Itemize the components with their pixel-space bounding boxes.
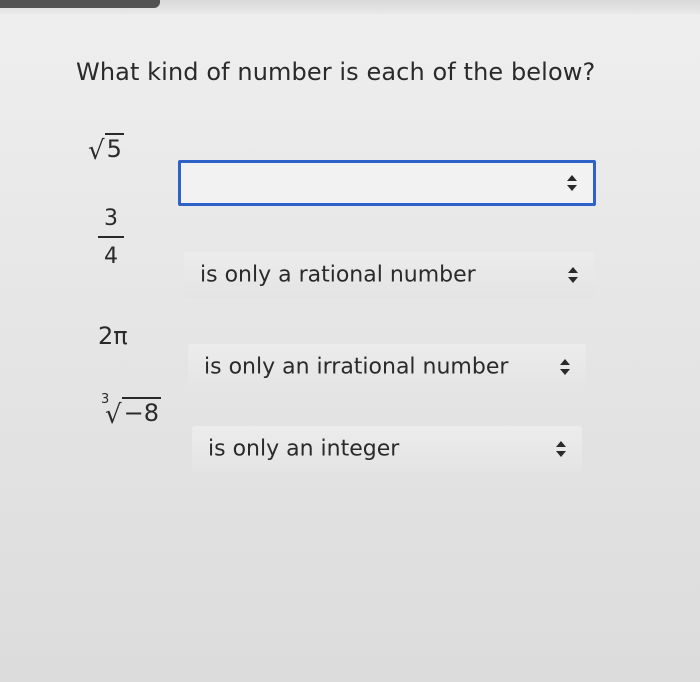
radical-sign: √ — [105, 400, 122, 430]
answer-select-1[interactable] — [178, 160, 596, 206]
answer-select-4[interactable]: is only an integer — [192, 426, 582, 472]
updown-arrows-icon — [560, 359, 570, 375]
selected-value: is only an irrational number — [204, 354, 509, 380]
denominator: 4 — [104, 244, 118, 269]
expression-two-pi: 2π — [98, 322, 128, 350]
header-strip — [0, 0, 700, 14]
expression-sqrt-5: √5 — [88, 133, 124, 166]
expression-fraction: 3 4 — [98, 208, 124, 268]
numerator: 3 — [104, 206, 118, 231]
question-prompt: What kind of number is each of the below… — [76, 58, 596, 86]
header-fragment — [0, 0, 160, 8]
answer-select-3[interactable]: is only an irrational number — [188, 344, 586, 390]
selected-value: is only an integer — [208, 436, 400, 462]
expression-cube-root: 3 √−8 — [101, 392, 161, 430]
radicand: 5 — [104, 133, 124, 163]
updown-arrows-icon — [568, 267, 578, 283]
radical-sign: √ — [88, 136, 105, 166]
selected-value: is only a rational number — [200, 262, 476, 288]
updown-arrows-icon — [567, 175, 577, 191]
updown-arrows-icon — [556, 441, 566, 457]
radicand: −8 — [121, 397, 161, 427]
answer-select-2[interactable]: is only a rational number — [184, 252, 594, 298]
